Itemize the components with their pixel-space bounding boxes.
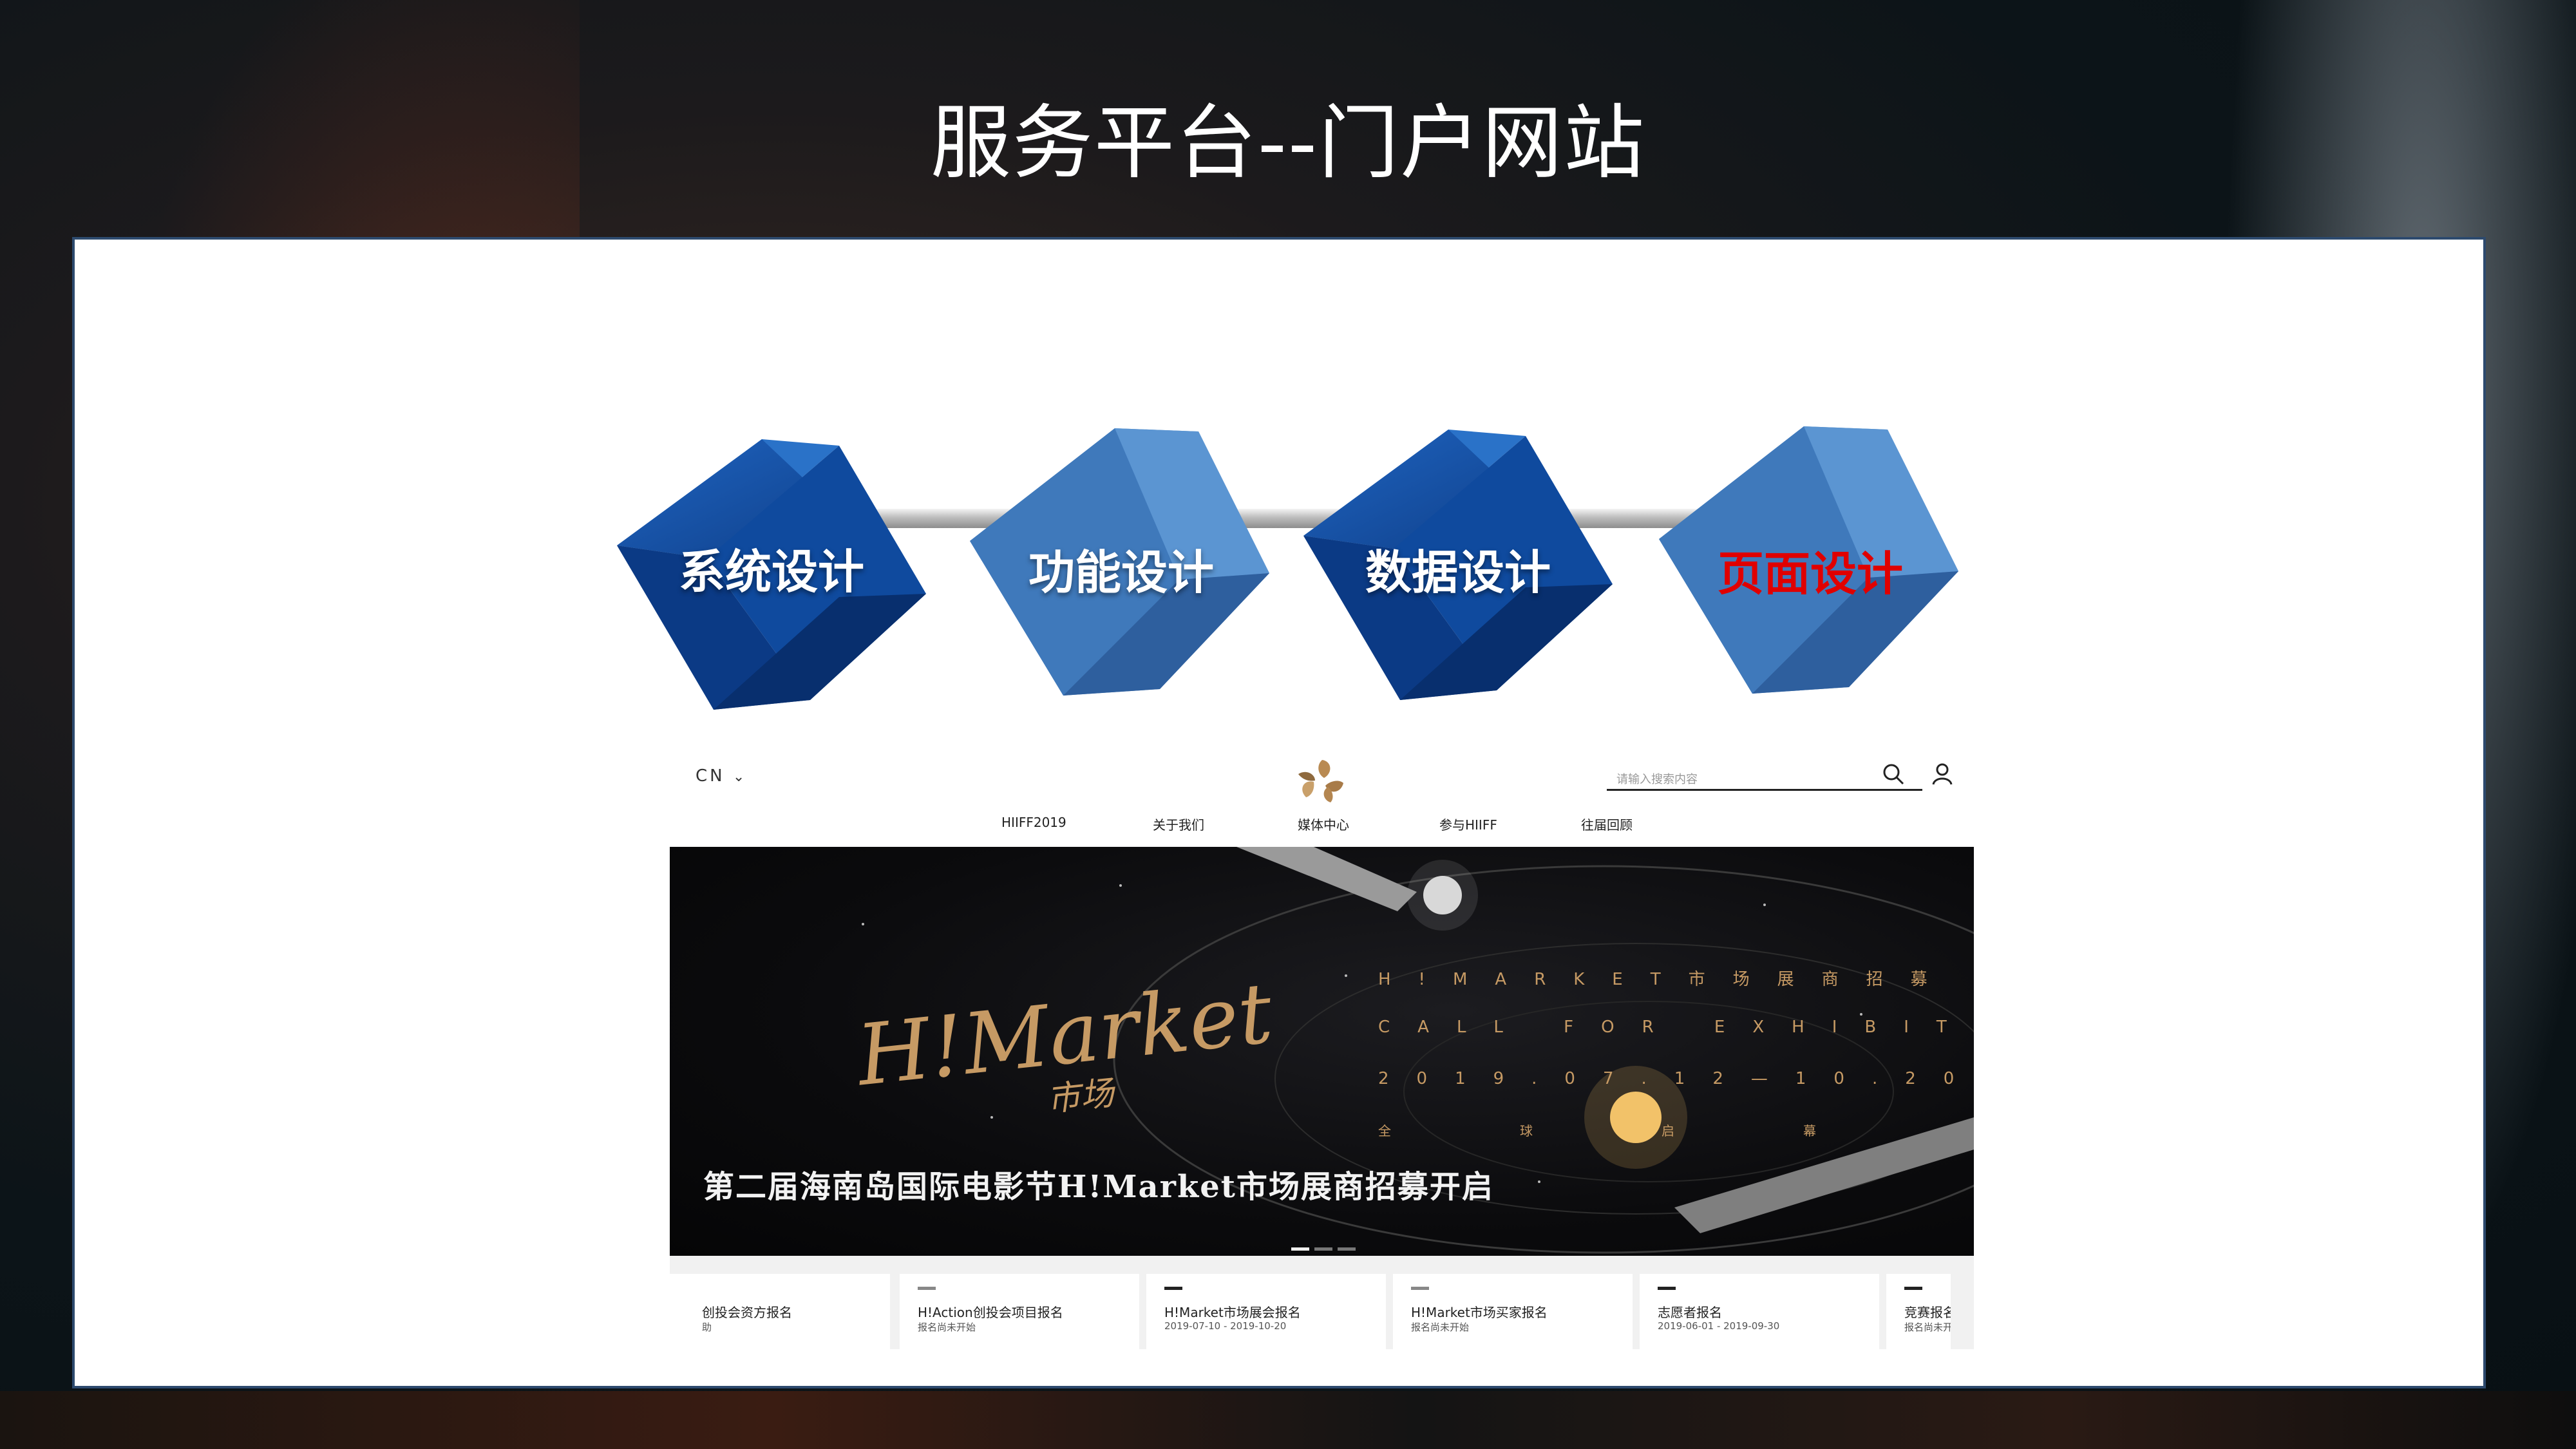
carousel-dot[interactable] — [1314, 1247, 1332, 1251]
registration-cards: 创投会资方报名 助 H!Action创投会项目报名 报名尚未开始 H!Marke… — [670, 1256, 1974, 1349]
nav-item-history[interactable]: 往届回顾 — [1581, 815, 1633, 833]
carousel-indicators — [1291, 1241, 1361, 1253]
process-step-system-design: 系统设计 — [617, 436, 926, 713]
process-step-label-active: 页面设计 — [1717, 547, 1903, 601]
registration-card[interactable]: H!Market市场展会报名 2019-07-10 - 2019-10-20 — [1146, 1274, 1386, 1349]
language-selector[interactable]: CN ⌄ — [696, 766, 747, 786]
card-date: 报名尚未开始 — [1411, 1321, 1470, 1333]
search-input[interactable]: 请输入搜索内容 — [1616, 770, 1698, 787]
card-title: H!Market市场买家报名 — [1411, 1305, 1548, 1320]
hiiff-logo-icon[interactable] — [1293, 755, 1351, 806]
banner-line-1: H!MARKET市场展商招募 — [1378, 970, 1955, 989]
slide-title: 服务平台--门户网站 — [930, 97, 1646, 190]
nav-item-hiiff2019[interactable]: HIIFF2019 — [1001, 815, 1066, 830]
nav-item-media[interactable]: 媒体中心 — [1298, 815, 1349, 833]
registration-card[interactable]: 竞赛报名 报名尚未开 — [1886, 1274, 1951, 1349]
process-step-page-design: 页面设计 — [1656, 423, 1965, 700]
background-bottom-strip — [0, 1391, 2576, 1449]
banner-logo-sub: 市场 — [1045, 1074, 1116, 1120]
registration-card[interactable]: H!Market市场买家报名 报名尚未开始 — [1393, 1274, 1633, 1349]
user-icon[interactable] — [1929, 761, 1955, 787]
card-accent-bar — [1904, 1287, 1922, 1290]
process-step-function-design: 功能设计 — [967, 425, 1276, 702]
banner-line-3: 2019.07.12—10.20 — [1378, 1069, 1974, 1088]
card-title: H!Market市场展会报名 — [1164, 1305, 1301, 1320]
registration-card[interactable]: 创投会资方报名 助 — [670, 1274, 890, 1349]
website-screenshot: CN ⌄ 请输入搜索内容 HIIFF2019 关于我们 媒体中心 参与HIIFF… — [670, 747, 1974, 1349]
card-title: 竞赛报名 — [1904, 1305, 1951, 1320]
card-date: 2019-06-01 - 2019-09-30 — [1658, 1320, 1780, 1332]
nav-item-about[interactable]: 关于我们 — [1153, 815, 1204, 833]
search-icon[interactable] — [1880, 761, 1906, 787]
process-step-label: 系统设计 — [678, 545, 864, 599]
card-title: 志愿者报名 — [1658, 1305, 1722, 1320]
registration-card[interactable]: H!Action创投会项目报名 报名尚未开始 — [900, 1274, 1139, 1349]
site-nav: HIIFF2019 关于我们 媒体中心 参与HIIFF 往届回顾 — [670, 815, 1974, 840]
chevron-down-icon: ⌄ — [732, 769, 748, 785]
card-accent-bar — [1411, 1287, 1429, 1290]
process-step-label: 数据设计 — [1365, 545, 1551, 600]
carousel-dot[interactable] — [1291, 1247, 1309, 1251]
card-date: 2019-07-10 - 2019-10-20 — [1164, 1320, 1287, 1332]
language-label: CN — [696, 766, 725, 786]
card-date: 报名尚未开始 — [918, 1321, 976, 1333]
card-date: 报名尚未开 — [1904, 1321, 1951, 1333]
hero-banner[interactable]: H!Market 市场 H!MARKET市场展商招募 CALL FOR EXHI… — [670, 847, 1974, 1256]
card-accent-bar — [1164, 1287, 1182, 1290]
card-title: H!Action创投会项目报名 — [918, 1305, 1063, 1320]
card-date: 助 — [702, 1321, 712, 1333]
card-title: 创投会资方报名 — [702, 1305, 792, 1320]
nav-item-participate[interactable]: 参与HIIFF — [1439, 815, 1497, 833]
search-underline — [1607, 789, 1922, 791]
site-header: CN ⌄ 请输入搜索内容 HIIFF2019 关于我们 媒体中心 参与HIIFF… — [670, 747, 1974, 847]
process-step-label: 功能设计 — [1028, 545, 1214, 600]
card-accent-bar — [1658, 1287, 1676, 1290]
banner-line-4: 全球启幕 — [1378, 1123, 1945, 1139]
registration-card[interactable]: 志愿者报名 2019-06-01 - 2019-09-30 — [1640, 1274, 1879, 1349]
card-accent-bar — [918, 1287, 936, 1290]
carousel-dot[interactable] — [1338, 1247, 1356, 1251]
process-step-data-design: 数据设计 — [1303, 426, 1613, 703]
banner-line-2: CALL FOR EXHIBITORS — [1378, 1018, 1974, 1037]
banner-caption: 第二届海南岛国际电影节H!Market市场展商招募开启 — [703, 1169, 1494, 1205]
